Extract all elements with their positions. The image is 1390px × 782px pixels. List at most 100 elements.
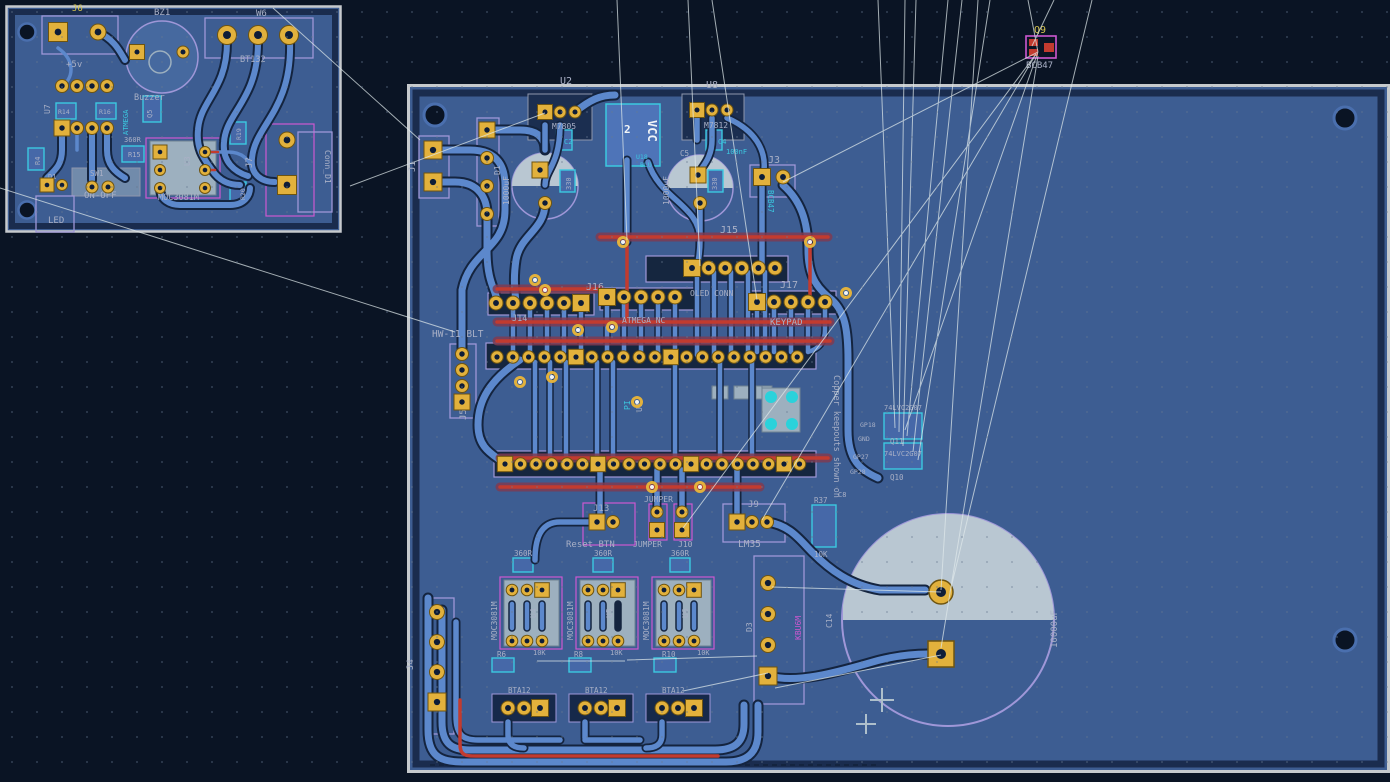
- resistor-360r-body[interactable]: [670, 558, 690, 572]
- pad-hole: [510, 639, 515, 644]
- pad-hole: [533, 461, 538, 466]
- smd-4pin-part[interactable]: [762, 388, 800, 432]
- ref-label: U8: [706, 80, 718, 91]
- pad-hole: [459, 351, 464, 356]
- ref-label: C14: [825, 613, 834, 628]
- pad-hole: [158, 150, 163, 155]
- value-label: 10K: [697, 649, 710, 657]
- pad-hole: [430, 147, 436, 153]
- pad-hole: [89, 83, 94, 88]
- module-pin-label: 2: [624, 123, 631, 136]
- pad-hole: [582, 705, 588, 711]
- pad-hole: [621, 294, 627, 300]
- pad-hole: [74, 83, 79, 88]
- value-label: MOC3081M: [642, 601, 651, 640]
- pad-hole: [572, 109, 577, 114]
- pad-hole: [704, 461, 709, 466]
- pad-hole: [662, 639, 667, 644]
- mounting-hole[interactable]: [424, 104, 446, 126]
- ref-label: J4: [406, 659, 416, 670]
- pad-hole: [158, 168, 163, 173]
- pad-hole: [430, 179, 436, 185]
- value-label: OLED CONN: [690, 289, 734, 298]
- pad-hole: [692, 639, 697, 644]
- pad-hole: [558, 354, 563, 359]
- resistor-r8-body[interactable]: [569, 658, 591, 672]
- resistor-r10-body[interactable]: [654, 658, 676, 672]
- ref-label: J15: [720, 225, 738, 236]
- resistor-360r-body[interactable]: [593, 558, 613, 572]
- value-label: 74LVC2G07: [884, 404, 922, 412]
- ref-label: U6: [681, 608, 690, 618]
- pad-hole: [580, 461, 585, 466]
- smd-resistor[interactable]: [734, 386, 750, 399]
- pad-hole: [679, 527, 684, 532]
- pad-hole: [586, 639, 591, 644]
- pad-hole: [459, 383, 464, 388]
- pad-hole: [434, 639, 440, 645]
- value-label: 10K: [610, 649, 623, 657]
- pad-hole: [662, 588, 667, 593]
- pad-hole: [525, 588, 530, 593]
- ref-label: U2: [560, 76, 572, 87]
- pad-hole: [697, 200, 702, 205]
- pad-hole: [766, 461, 771, 466]
- pad-hole: [611, 461, 616, 466]
- ref-label: J17: [780, 280, 798, 291]
- resistor-r6-body[interactable]: [492, 658, 514, 672]
- mounting-hole[interactable]: [19, 24, 36, 41]
- pad-hole: [510, 588, 515, 593]
- value-label: MOC3081M: [158, 193, 199, 203]
- value-label: KBU6M: [794, 616, 803, 640]
- via-hole: [621, 240, 625, 244]
- pad-hole: [765, 580, 771, 586]
- value-label: M7805: [552, 122, 576, 131]
- pcb-canvas[interactable]: U2 M7805 C2 330 330 1000uF 1000uF 2 VCC …: [0, 0, 1390, 782]
- ref-label: R10: [662, 650, 676, 659]
- ref-label: D1: [493, 165, 502, 175]
- pad-hole: [716, 354, 721, 359]
- pad-hole: [540, 588, 545, 593]
- pad-hole: [223, 31, 231, 39]
- mounting-hole[interactable]: [1334, 107, 1356, 129]
- pad-hole: [621, 354, 626, 359]
- pad-hole: [89, 184, 94, 189]
- pad-hole: [544, 300, 550, 306]
- pad-hole: [601, 639, 606, 644]
- pin-label: GND: [858, 435, 870, 443]
- pad-hole: [502, 461, 507, 466]
- pad-hole: [134, 49, 139, 54]
- pad-hole: [684, 354, 689, 359]
- smd-pad[interactable]: [1044, 43, 1054, 52]
- value-label: LED: [48, 216, 64, 226]
- value-label: BLU: [640, 161, 652, 169]
- pad-hole: [750, 461, 755, 466]
- pad-hole: [781, 461, 786, 466]
- ref-label: R14: [58, 108, 70, 116]
- ref-label: J5: [459, 409, 469, 420]
- ref-label: U3: [183, 156, 192, 166]
- ref-label: R16: [99, 108, 111, 116]
- pad-hole: [59, 83, 64, 88]
- main-board[interactable]: U2 M7805 C2 330 330 1000uF 1000uF 2 VCC …: [406, 76, 1389, 772]
- pad-hole: [180, 49, 185, 54]
- ref-label: C2: [564, 138, 572, 146]
- pad-hole: [564, 461, 569, 466]
- resistor-r37-body[interactable]: [812, 505, 836, 547]
- mounting-hole[interactable]: [19, 202, 36, 219]
- pad-hole: [537, 167, 542, 172]
- value-label: HW-11 BLT: [432, 329, 484, 340]
- value-label: 10K: [533, 649, 546, 657]
- ref-label: BZ1: [154, 8, 170, 18]
- pad-hole: [601, 588, 606, 593]
- value-label: 74LVC2G07: [884, 450, 922, 458]
- via-hole: [844, 291, 848, 295]
- mounting-hole[interactable]: [1334, 629, 1356, 651]
- pad-hole: [675, 705, 681, 711]
- pad-hole: [540, 639, 545, 644]
- value-label: 360R: [594, 549, 613, 558]
- pad-hole: [657, 461, 662, 466]
- value-label: M7812: [704, 121, 728, 130]
- pad-hole: [672, 294, 678, 300]
- resistor-360r-body[interactable]: [513, 558, 533, 572]
